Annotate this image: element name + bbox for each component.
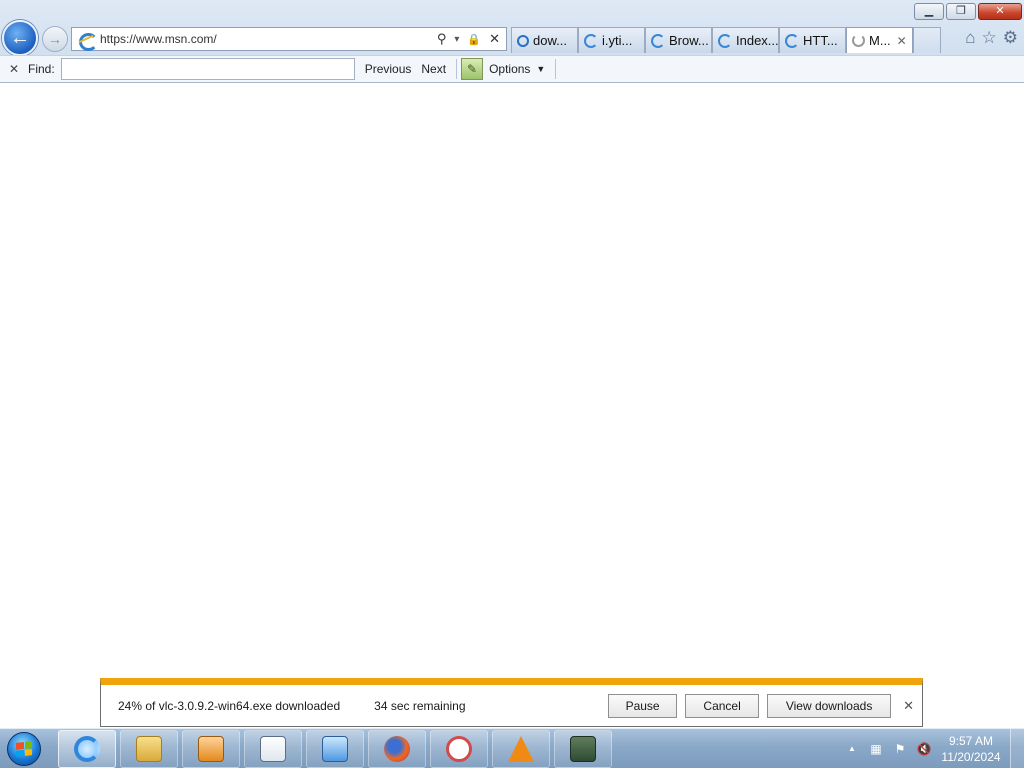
ie-icon bbox=[584, 33, 598, 48]
download-status: 24% of vlc-3.0.9.2-win64.exe downloaded bbox=[118, 698, 341, 713]
chevron-down-icon[interactable]: ▼ bbox=[536, 64, 545, 74]
download-notification-bar: 24% of vlc-3.0.9.2-win64.exe downloaded … bbox=[100, 678, 923, 727]
taskbar: ▲ ▦ ⚑ 🔇 9:57 AM 11/20/2024 bbox=[0, 728, 1024, 768]
new-tab-button[interactable] bbox=[913, 27, 941, 53]
search-icon[interactable]: ⚲ bbox=[437, 31, 447, 47]
document-window-icon bbox=[260, 735, 286, 762]
start-button[interactable] bbox=[0, 729, 48, 768]
find-options-button[interactable]: Options bbox=[489, 62, 530, 76]
back-arrow-icon: ← bbox=[10, 26, 30, 49]
taskbar-control-panel[interactable] bbox=[306, 729, 364, 768]
chevron-down-icon[interactable]: ▾ bbox=[454, 34, 459, 45]
ie-icon bbox=[718, 33, 732, 48]
find-next-button[interactable]: Next bbox=[421, 62, 446, 76]
internet-explorer-icon bbox=[74, 735, 100, 762]
clock[interactable]: 9:57 AM 11/20/2024 bbox=[936, 733, 1006, 765]
close-window-button[interactable]: ✕ bbox=[978, 3, 1022, 20]
lock-icon[interactable]: 🔒 bbox=[467, 33, 481, 46]
clock-date: 11/20/2024 bbox=[941, 749, 1001, 764]
home-icon[interactable]: ⌂ bbox=[965, 28, 975, 48]
control-panel-icon bbox=[322, 735, 348, 762]
tab-downloads-search[interactable]: dow... bbox=[511, 27, 578, 53]
minimize-button[interactable]: ▁ bbox=[914, 3, 944, 20]
taskbar-firefox[interactable] bbox=[368, 729, 426, 768]
tab-browser[interactable]: Brow... bbox=[645, 27, 712, 53]
tab-label: Brow... bbox=[669, 33, 709, 48]
taskbar-snipping-tool[interactable] bbox=[430, 729, 488, 768]
find-divider bbox=[456, 59, 458, 79]
address-actions: ⚲ ▾ 🔒 ✕ bbox=[437, 31, 500, 47]
clock-time: 9:57 AM bbox=[948, 733, 994, 748]
find-input[interactable] bbox=[60, 58, 355, 80]
firefox-icon bbox=[384, 735, 410, 762]
folder-icon bbox=[136, 735, 162, 762]
find-previous-button[interactable]: Previous bbox=[365, 62, 412, 76]
forward-button[interactable]: → bbox=[42, 26, 68, 52]
network-monitor-icon bbox=[570, 735, 596, 762]
taskbar-vlc[interactable] bbox=[492, 729, 550, 768]
taskbar-document-window[interactable] bbox=[244, 729, 302, 768]
tab-label: dow... bbox=[533, 33, 567, 48]
forward-arrow-icon: → bbox=[48, 31, 62, 47]
close-find-icon[interactable]: ✕ bbox=[4, 62, 24, 76]
find-divider bbox=[555, 59, 557, 79]
highlight-pencil-icon[interactable]: ✎ bbox=[461, 58, 484, 80]
taskbar-pins bbox=[58, 729, 612, 768]
ie-icon bbox=[785, 33, 799, 48]
action-center-flag-icon[interactable]: ⚑ bbox=[892, 741, 908, 757]
pause-button[interactable]: Pause bbox=[608, 693, 678, 718]
loading-spinner-icon bbox=[852, 34, 865, 47]
show-desktop-button[interactable] bbox=[1010, 728, 1024, 768]
find-label: Find: bbox=[28, 62, 55, 76]
volume-muted-icon[interactable]: 🔇 bbox=[916, 741, 932, 757]
scissors-icon bbox=[446, 735, 472, 762]
show-hidden-icons-icon[interactable]: ▲ bbox=[844, 741, 860, 757]
tab-iyti[interactable]: i.yti... bbox=[578, 27, 645, 53]
tab-label: i.yti... bbox=[602, 33, 633, 48]
close-download-bar-icon[interactable]: ✕ bbox=[903, 698, 914, 714]
gear-icon[interactable]: ⚙ bbox=[1003, 28, 1018, 48]
windows-logo-icon bbox=[7, 731, 41, 766]
favorites-star-icon[interactable]: ☆ bbox=[982, 28, 997, 48]
window-controls: ▁ ❐ ✕ bbox=[914, 3, 1022, 20]
tab-msn-active[interactable]: M... ✕ bbox=[846, 27, 913, 53]
page-content bbox=[0, 83, 1024, 728]
taskbar-media-player[interactable] bbox=[182, 729, 240, 768]
cancel-button[interactable]: Cancel bbox=[685, 693, 760, 718]
ie-icon bbox=[651, 33, 665, 48]
view-downloads-button[interactable]: View downloads bbox=[767, 693, 892, 718]
close-tab-icon[interactable]: ✕ bbox=[897, 34, 907, 48]
tab-http[interactable]: HTT... bbox=[779, 27, 846, 53]
taskbar-file-explorer[interactable] bbox=[120, 729, 178, 768]
address-url[interactable]: https://www.msn.com/ bbox=[100, 32, 437, 46]
find-bar: ✕ Find: Previous Next ✎ Options ▼ bbox=[0, 55, 1024, 82]
browser-chrome: ▁ ❐ ✕ ← → https://www.msn.com/ ⚲ ▾ 🔒 ✕ d… bbox=[0, 0, 1024, 83]
vlc-cone-icon bbox=[508, 735, 534, 762]
tab-strip: dow... i.yti... Brow... Index... HTT... … bbox=[511, 27, 941, 53]
network-icon[interactable]: ▦ bbox=[868, 741, 884, 757]
search-icon bbox=[517, 34, 529, 47]
tab-label: M... bbox=[869, 33, 891, 48]
tab-index[interactable]: Index... bbox=[712, 27, 779, 53]
restore-button[interactable]: ❐ bbox=[946, 3, 976, 20]
stop-icon[interactable]: ✕ bbox=[489, 31, 500, 47]
download-time-remaining: 34 sec remaining bbox=[374, 698, 466, 713]
ie-page-icon bbox=[78, 31, 98, 51]
tab-label: Index... bbox=[736, 33, 779, 48]
taskbar-network-monitor[interactable] bbox=[554, 729, 612, 768]
taskbar-internet-explorer[interactable] bbox=[58, 729, 116, 768]
system-tray: ▲ ▦ ⚑ 🔇 9:57 AM 11/20/2024 bbox=[840, 728, 1024, 768]
address-bar[interactable]: https://www.msn.com/ ⚲ ▾ 🔒 ✕ bbox=[71, 27, 507, 51]
command-icons: ⌂ ☆ ⚙ bbox=[965, 28, 1018, 48]
tab-label: HTT... bbox=[803, 33, 838, 48]
back-button[interactable]: ← bbox=[2, 20, 38, 56]
media-player-icon bbox=[198, 735, 224, 762]
